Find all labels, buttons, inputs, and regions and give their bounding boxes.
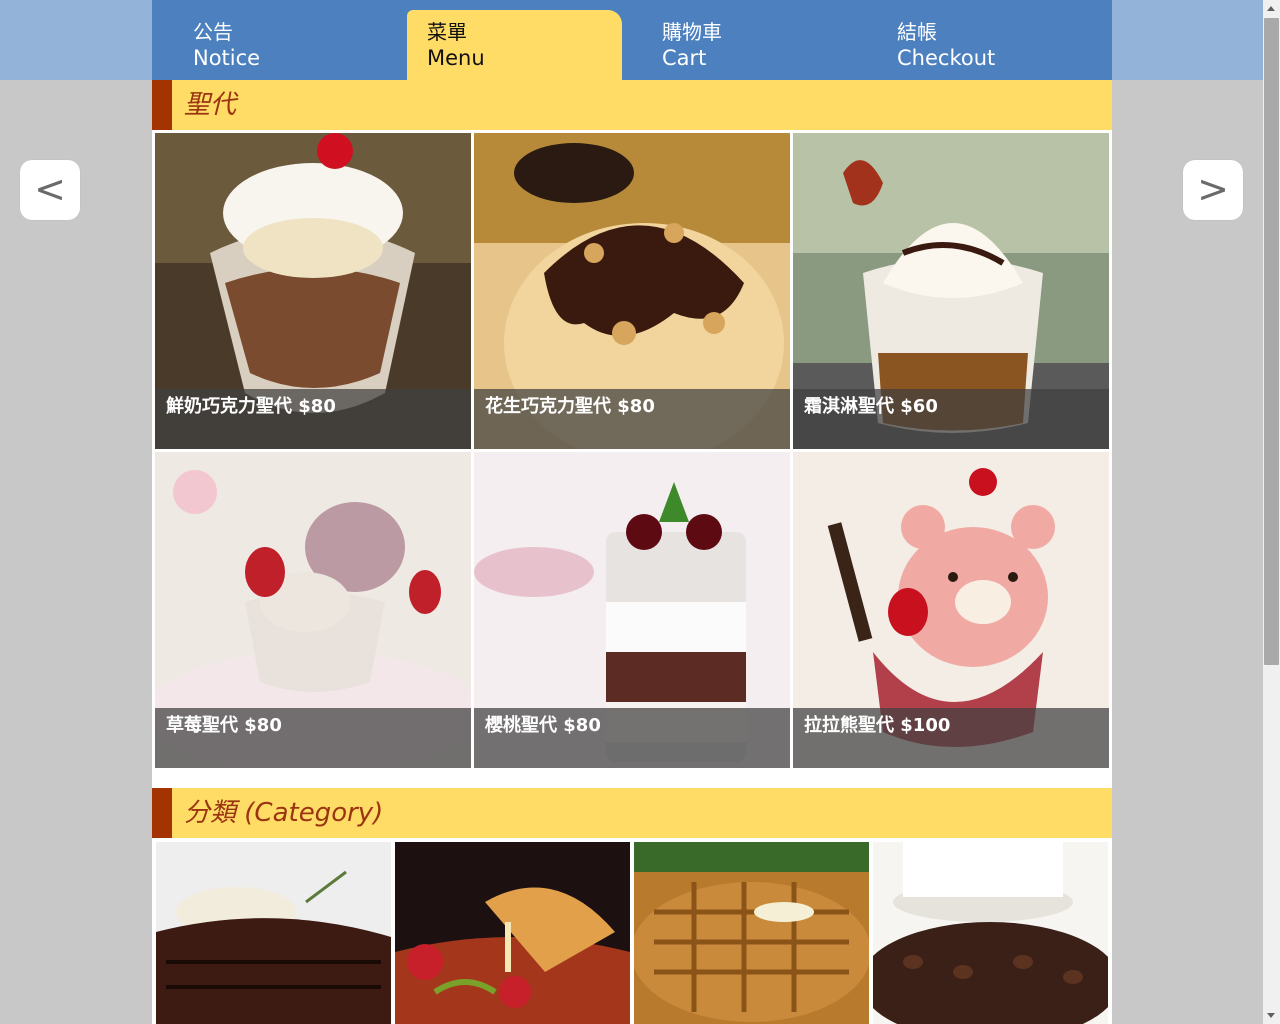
menu-item-caption: 鮮奶巧克力聖代 $80 (155, 389, 471, 449)
category-card-coffee[interactable] (873, 842, 1108, 1024)
menu-item-caption: 櫻桃聖代 $80 (474, 708, 790, 768)
tab-checkout[interactable]: 結帳 Checkout (877, 10, 1092, 80)
steak-photo-icon (156, 842, 391, 1024)
menu-item-caption: 花生巧克力聖代 $80 (474, 389, 790, 449)
tab-notice[interactable]: 公告 Notice (173, 10, 388, 80)
menu-item-card[interactable]: 草莓聖代 $80 (155, 452, 471, 768)
vertical-scrollbar[interactable] (1263, 0, 1280, 1024)
tab-label-zh: 菜單 (427, 20, 467, 44)
menu-item-card[interactable]: 花生巧克力聖代 $80 (474, 133, 790, 449)
tab-cart[interactable]: 購物車 Cart (642, 10, 857, 80)
next-arrow-button[interactable]: > (1183, 160, 1243, 220)
scroll-up-arrow-icon[interactable] (1263, 0, 1280, 17)
menu-item-caption: 霜淇淋聖代 $60 (793, 389, 1109, 449)
section-title: 聖代 (184, 90, 237, 120)
section-header-sundae: 聖代 (152, 80, 1112, 130)
coffee-photo-icon (873, 842, 1108, 1024)
tab-label-zh: 結帳 (897, 20, 937, 44)
menu-item-card[interactable]: 鮮奶巧克力聖代 $80 (155, 133, 471, 449)
category-card-waffle[interactable] (634, 842, 869, 1024)
prev-arrow-button[interactable]: < (20, 160, 80, 220)
category-card-pizza[interactable] (395, 842, 630, 1024)
tab-label-zh: 購物車 (662, 20, 722, 44)
pizza-photo-icon (395, 842, 630, 1024)
main-content: 公告 Notice 菜單 Menu 購物車 Cart 結帳 Checkout 聖… (152, 0, 1112, 1024)
menu-item-caption: 拉拉熊聖代 $100 (793, 708, 1109, 768)
main-nav: 公告 Notice 菜單 Menu 購物車 Cart 結帳 Checkout (152, 0, 1112, 80)
tab-label-en: Checkout (897, 46, 996, 70)
section-accent-bar (152, 788, 172, 838)
menu-item-card[interactable]: 拉拉熊聖代 $100 (793, 452, 1109, 768)
section-accent-bar (152, 80, 172, 130)
tab-label-en: Cart (662, 46, 707, 70)
scroll-down-arrow-icon[interactable] (1263, 1007, 1280, 1024)
menu-item-card[interactable]: 櫻桃聖代 $80 (474, 452, 790, 768)
menu-item-caption: 草莓聖代 $80 (155, 708, 471, 768)
tab-menu[interactable]: 菜單 Menu (407, 10, 622, 80)
scrollbar-thumb[interactable] (1264, 18, 1279, 665)
category-card-steak[interactable] (156, 842, 391, 1024)
menu-item-card[interactable]: 霜淇淋聖代 $60 (793, 133, 1109, 449)
tab-label-en: Notice (193, 46, 261, 70)
section-header-category: 分類 (Category) (152, 788, 1112, 838)
waffle-photo-icon (634, 842, 869, 1024)
tab-label-zh: 公告 (193, 20, 233, 44)
tab-label-en: Menu (427, 46, 485, 70)
section-title: 分類 (Category) (184, 798, 384, 828)
